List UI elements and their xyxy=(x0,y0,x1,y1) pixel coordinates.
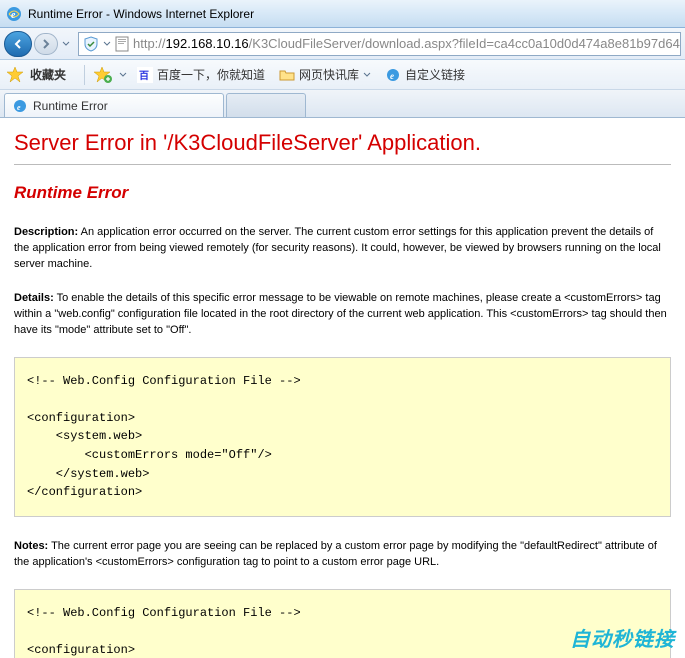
favorite-label: 百度一下，你就知道 xyxy=(157,66,265,83)
notes-text: The current error page you are seeing ca… xyxy=(14,540,657,568)
favorite-label: 网页快讯库 xyxy=(299,66,359,83)
details-paragraph: Details: To enable the details of this s… xyxy=(14,291,671,339)
favorites-bar: 收藏夹 百 百度一下，你就知道 网页快讯库 e 自定义链接 xyxy=(0,60,685,90)
svg-text:e: e xyxy=(17,103,21,112)
page-icon xyxy=(114,36,130,52)
description-text: An application error occurred on the ser… xyxy=(14,226,661,270)
tab-label: Runtime Error xyxy=(33,99,108,113)
chevron-down-icon xyxy=(363,72,371,78)
forward-button[interactable] xyxy=(34,33,58,55)
address-bar[interactable]: http://192.168.10.16/K3CloudFileServer/d… xyxy=(78,32,681,56)
svg-text:百: 百 xyxy=(139,70,149,82)
window-title: Runtime Error - Windows Internet Explore… xyxy=(28,7,254,21)
add-favorites-icon[interactable] xyxy=(93,66,113,84)
address-text: http://192.168.10.16/K3CloudFileServer/d… xyxy=(133,36,680,51)
baidu-icon: 百 xyxy=(137,67,153,83)
ie-icon: e xyxy=(13,99,27,113)
divider xyxy=(14,164,671,165)
nav-history-dropdown[interactable] xyxy=(60,41,72,47)
notes-paragraph: Notes: The current error page you are se… xyxy=(14,539,671,571)
url-prefix: http:// xyxy=(133,36,166,51)
url-path: /K3CloudFileServer/download.aspx?fileId=… xyxy=(249,36,680,51)
favorite-link-baidu[interactable]: 百 百度一下，你就知道 xyxy=(133,64,269,85)
description-paragraph: Description: An application error occurr… xyxy=(14,225,671,273)
watermark-text: 自动秒链接 xyxy=(570,623,675,652)
page-content: Server Error in '/K3CloudFileServer' App… xyxy=(0,118,685,658)
svg-text:e: e xyxy=(390,71,394,81)
tab-new[interactable] xyxy=(226,93,306,117)
window-titlebar: e Runtime Error - Windows Internet Explo… xyxy=(0,0,685,28)
tab-bar: e Runtime Error xyxy=(0,90,685,118)
favorite-link-webslices[interactable]: 网页快讯库 xyxy=(275,64,375,85)
shield-dropdown-icon[interactable] xyxy=(103,41,111,47)
details-label: Details: xyxy=(14,292,54,304)
error-subheading: Runtime Error xyxy=(14,183,671,203)
nav-toolbar: http://192.168.10.16/K3CloudFileServer/d… xyxy=(0,28,685,60)
compat-shield-icon[interactable] xyxy=(82,35,100,53)
notes-label: Notes: xyxy=(14,540,48,552)
details-text: To enable the details of this specific e… xyxy=(14,292,667,336)
add-fav-dropdown-icon[interactable] xyxy=(119,72,127,78)
url-host: 192.168.10.16 xyxy=(166,36,249,51)
config-code-1: <!-- Web.Config Configuration File --> <… xyxy=(14,357,671,517)
favorite-label: 自定义链接 xyxy=(405,66,465,83)
svg-text:e: e xyxy=(11,10,16,21)
back-button[interactable] xyxy=(4,31,32,57)
ie-icon: e xyxy=(385,67,401,83)
folder-icon xyxy=(279,67,295,83)
favorites-label[interactable]: 收藏夹 xyxy=(30,66,66,83)
description-label: Description: xyxy=(14,226,78,238)
error-heading: Server Error in '/K3CloudFileServer' App… xyxy=(14,130,671,156)
ie-logo-icon: e xyxy=(6,6,22,22)
tab-active[interactable]: e Runtime Error xyxy=(4,93,224,117)
separator xyxy=(84,65,85,85)
favorite-link-custom[interactable]: e 自定义链接 xyxy=(381,64,469,85)
favorites-star-icon[interactable] xyxy=(6,66,24,84)
